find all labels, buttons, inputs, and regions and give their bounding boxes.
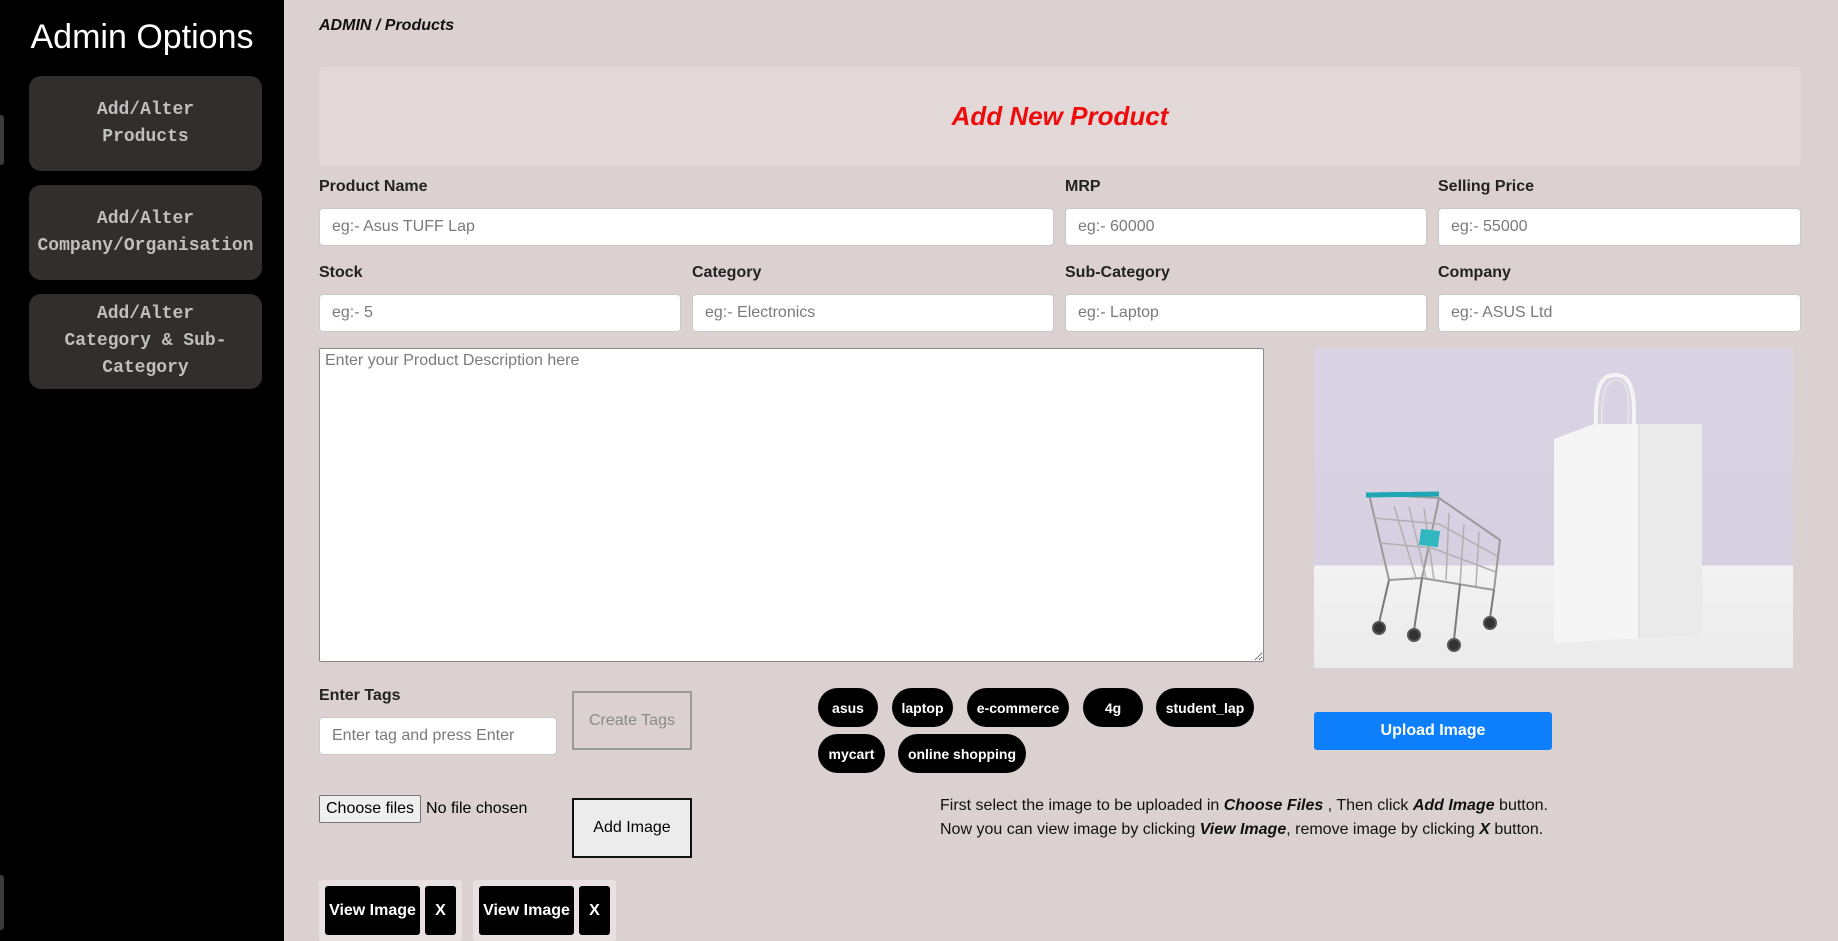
upload-image-button[interactable]: Upload Image: [1314, 712, 1552, 750]
page-title: Add New Product: [951, 101, 1169, 131]
tag-chip[interactable]: e-commerce: [967, 688, 1069, 727]
category-input[interactable]: [692, 294, 1054, 332]
product-name-input[interactable]: [319, 208, 1054, 246]
category-label: Category: [692, 264, 762, 281]
view-image-button[interactable]: View Image: [479, 886, 574, 935]
tag-chip[interactable]: student_lap: [1156, 688, 1254, 727]
sidebar-item-label: Add/Alter Products: [96, 99, 195, 147]
tag-chip[interactable]: asus: [818, 688, 878, 727]
selling-price-label: Selling Price: [1438, 178, 1535, 195]
tag-chip[interactable]: online shopping: [898, 734, 1026, 773]
tag-chip[interactable]: mycart: [818, 734, 885, 773]
image-chip: View Image X: [319, 880, 462, 941]
sub-category-label: Sub-Category: [1065, 264, 1170, 281]
sidebar-item-products[interactable]: Add/Alter Products: [29, 76, 262, 171]
tags-label: Enter Tags: [319, 687, 401, 704]
description-textarea[interactable]: [319, 348, 1264, 662]
remove-image-button[interactable]: X: [425, 886, 456, 935]
sidebar-item-category[interactable]: Add/Alter Category & Sub-Category: [29, 294, 262, 389]
info-text: , Then click: [1323, 797, 1413, 814]
image-chip: View Image X: [473, 880, 616, 941]
product-name-label: Product Name: [319, 178, 428, 195]
sidebar-item-label: Add/Alter Category & Sub-Category: [64, 304, 227, 378]
sidebar: Admin Options Add/Alter Products Add/Alt…: [0, 0, 284, 941]
sidebar-scroll-edge: [0, 115, 4, 165]
product-image: [1314, 348, 1793, 668]
company-input[interactable]: [1438, 294, 1801, 332]
product-image-illustration: [1365, 372, 1702, 652]
shopping-cart-image: [1365, 491, 1502, 652]
info-text: , remove image by clicking: [1286, 821, 1480, 838]
choose-files-button[interactable]: Choose files: [319, 795, 422, 823]
stock-input[interactable]: [319, 294, 681, 332]
info-emphasis: X: [1479, 821, 1490, 838]
remove-image-button[interactable]: X: [579, 886, 610, 935]
tag-chip[interactable]: laptop: [892, 688, 953, 727]
shopping-bag-image: [1554, 372, 1702, 643]
info-text: First select the image to be uploaded in: [940, 797, 1224, 814]
sidebar-title: Admin Options: [30, 18, 254, 56]
mrp-input[interactable]: [1065, 208, 1427, 246]
sidebar-scroll-edge: [0, 875, 4, 930]
file-input[interactable]: Choose files No file chosen: [319, 795, 527, 823]
info-text: button.: [1494, 797, 1548, 814]
info-emphasis: Choose Files: [1223, 797, 1324, 814]
file-status: No file chosen: [426, 800, 528, 817]
tag-input[interactable]: [319, 717, 557, 755]
info-emphasis: Add Image: [1412, 797, 1495, 814]
mrp-label: MRP: [1065, 178, 1101, 195]
create-tags-button[interactable]: Create Tags: [572, 691, 692, 750]
company-label: Company: [1438, 264, 1511, 281]
info-text: button.: [1489, 821, 1544, 838]
info-emphasis: View Image: [1199, 821, 1287, 838]
sub-category-input[interactable]: [1065, 294, 1427, 332]
sidebar-item-company[interactable]: Add/Alter Company/Organisation: [29, 185, 262, 280]
sidebar-item-label: Add/Alter Company/Organisation: [37, 208, 254, 256]
instructions-text: First select the image to be uploaded in…: [940, 794, 1548, 842]
view-image-button[interactable]: View Image: [325, 886, 420, 935]
add-image-button[interactable]: Add Image: [572, 798, 692, 858]
stock-label: Stock: [319, 264, 363, 281]
breadcrumb: ADMIN / Products: [319, 17, 455, 34]
info-text: Now you can view image by clicking: [940, 821, 1200, 838]
selling-price-input[interactable]: [1438, 208, 1801, 246]
tag-chip[interactable]: 4g: [1083, 688, 1143, 727]
page-banner: Add New Product: [319, 67, 1801, 166]
